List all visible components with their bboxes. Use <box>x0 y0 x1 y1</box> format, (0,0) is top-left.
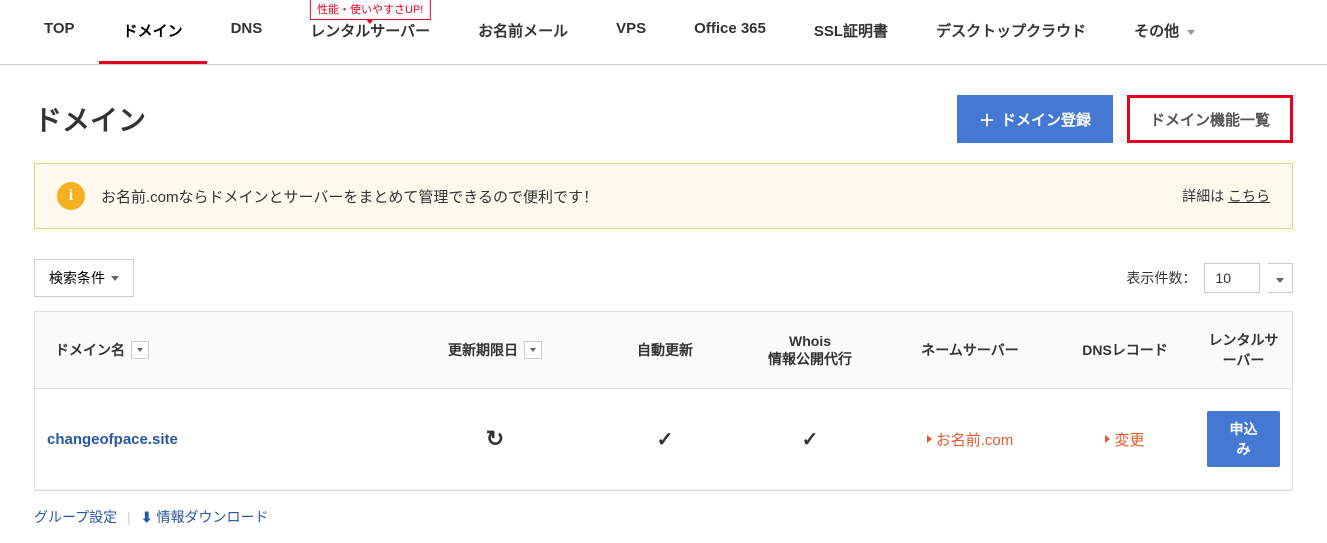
td-auto-renew: ✓ <box>595 389 735 489</box>
chevron-down-icon <box>1187 30 1195 35</box>
caret-down-icon <box>137 348 143 352</box>
refresh-icon[interactable]: ↻ <box>486 426 504 452</box>
nameserver-link[interactable]: お名前.com <box>927 429 1014 450</box>
register-domain-button[interactable]: ＋ ドメイン登録 <box>957 95 1113 143</box>
th-auto-renew: 自動更新 <box>595 312 735 388</box>
page-header: ドメイン ＋ ドメイン登録 ドメイン機能一覧 <box>0 65 1327 163</box>
caret-down-icon <box>111 276 119 281</box>
info-icon: i <box>57 182 85 210</box>
th-whois: Whois 情報公開代行 <box>735 312 885 388</box>
display-count: 表示件数： 10 <box>1126 263 1293 293</box>
nav-other[interactable]: その他 <box>1110 0 1219 64</box>
sort-expiry-button[interactable] <box>524 341 542 359</box>
td-whois: ✓ <box>735 389 885 489</box>
info-banner: i お名前.comならドメインとサーバーをまとめて管理できるので便利です！ 詳細… <box>34 163 1293 229</box>
td-domain: changeofpace.site <box>35 389 395 489</box>
domain-features-button[interactable]: ドメイン機能一覧 <box>1127 95 1293 143</box>
display-count-caret[interactable] <box>1268 263 1293 293</box>
divider: | <box>127 509 131 525</box>
page-title: ドメイン <box>34 99 146 139</box>
table-row: changeofpace.site ↻ ✓ ✓ お名前.com 変更 申込み <box>35 389 1292 490</box>
td-dns-record: 変更 <box>1055 389 1195 489</box>
th-dns-record: DNSレコード <box>1055 312 1195 388</box>
nav-ssl[interactable]: SSL証明書 <box>790 0 912 64</box>
main-nav: TOP ドメイン DNS 性能・使いやすさUP! レンタルサーバー お名前メール… <box>0 0 1327 65</box>
nav-office365[interactable]: Office 365 <box>670 0 790 64</box>
th-expiry: 更新期限日 <box>395 312 595 388</box>
controls-row: 検索条件 表示件数： 10 <box>0 259 1327 311</box>
table-header: ドメイン名 更新期限日 自動更新 Whois 情報公開代行 ネームサーバー DN… <box>35 312 1292 389</box>
group-settings-link[interactable]: グループ設定 <box>34 507 117 527</box>
arrow-right-icon <box>927 435 932 443</box>
plus-icon: ＋ <box>979 107 995 131</box>
nav-desktop-cloud[interactable]: デスクトップクラウド <box>912 0 1110 64</box>
nav-vps[interactable]: VPS <box>592 0 670 64</box>
nav-badge: 性能・使いやすさUP! <box>310 0 430 20</box>
display-count-select[interactable]: 10 <box>1204 263 1260 293</box>
nav-rental-server[interactable]: 性能・使いやすさUP! レンタルサーバー <box>286 0 454 64</box>
header-buttons: ＋ ドメイン登録 ドメイン機能一覧 <box>957 95 1293 143</box>
sort-domain-button[interactable] <box>131 341 149 359</box>
nav-mail[interactable]: お名前メール <box>454 0 592 64</box>
nav-top[interactable]: TOP <box>20 0 99 64</box>
info-link-wrap: 詳細は こちら <box>1182 186 1270 206</box>
td-nameserver: お名前.com <box>885 389 1055 489</box>
td-expiry: ↻ <box>395 389 595 489</box>
caret-down-icon <box>1276 278 1284 283</box>
th-domain: ドメイン名 <box>35 312 395 388</box>
check-icon: ✓ <box>802 427 819 452</box>
download-info-link[interactable]: ⬇情報ダウンロード <box>141 507 269 527</box>
td-rental-server: 申込み <box>1195 389 1292 489</box>
nav-dns[interactable]: DNS <box>207 0 287 64</box>
domain-link[interactable]: changeofpace.site <box>47 431 178 448</box>
caret-down-icon <box>530 348 536 352</box>
footer-links: グループ設定 | ⬇情報ダウンロード <box>0 491 1327 543</box>
th-rental-server: レンタルサーバー <box>1195 312 1292 388</box>
display-count-label: 表示件数： <box>1126 268 1196 288</box>
check-icon: ✓ <box>657 427 674 452</box>
domain-table: ドメイン名 更新期限日 自動更新 Whois 情報公開代行 ネームサーバー DN… <box>34 311 1293 491</box>
nav-domain[interactable]: ドメイン <box>99 0 207 64</box>
apply-button[interactable]: 申込み <box>1207 411 1280 467</box>
dns-change-link[interactable]: 変更 <box>1105 429 1144 450</box>
download-icon: ⬇ <box>141 509 153 525</box>
th-nameserver: ネームサーバー <box>885 312 1055 388</box>
info-text: お名前.comならドメインとサーバーをまとめて管理できるので便利です！ <box>101 186 598 207</box>
search-conditions-button[interactable]: 検索条件 <box>34 259 134 297</box>
arrow-right-icon <box>1105 435 1110 443</box>
info-link[interactable]: こちら <box>1228 188 1270 204</box>
